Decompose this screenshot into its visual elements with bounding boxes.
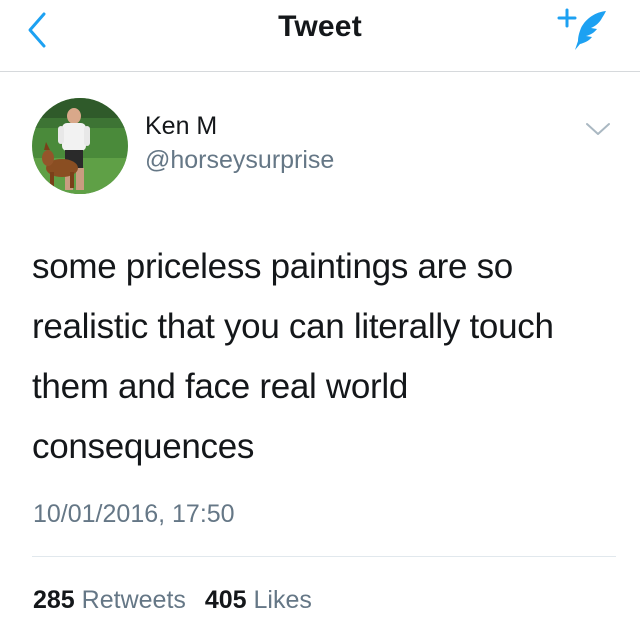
retweets-count: 285 — [33, 586, 75, 614]
compose-quill-icon — [557, 8, 606, 50]
chevron-down-icon — [586, 123, 610, 135]
retweets-label: Retweets — [81, 586, 186, 614]
top-navigation-bar: Tweet — [0, 0, 640, 72]
page-title: Tweet — [278, 10, 362, 43]
compose-tweet-button[interactable] — [556, 6, 612, 54]
likes-label: Likes — [253, 586, 312, 614]
tweet-options-button[interactable] — [583, 116, 613, 142]
divider — [32, 556, 616, 557]
tweet-stats: 285 Retweets 405 Likes — [33, 586, 324, 615]
likes-stat[interactable]: 405 Likes — [205, 586, 312, 615]
tweet-detail-screen: Tweet Ken M @horseysurprise some pricele… — [0, 0, 640, 640]
retweets-stat[interactable]: 285 Retweets — [33, 586, 186, 615]
likes-count: 405 — [204, 586, 247, 614]
tweet-text: some priceless paintings are so realisti… — [32, 247, 554, 466]
avatar[interactable] — [32, 98, 128, 194]
author-name[interactable]: Ken M — [145, 112, 217, 141]
tweet-timestamp: 10/01/2016, 17:50 — [33, 500, 235, 528]
profile-photo — [32, 98, 128, 194]
author-handle[interactable]: @horseysurprise — [145, 146, 334, 175]
